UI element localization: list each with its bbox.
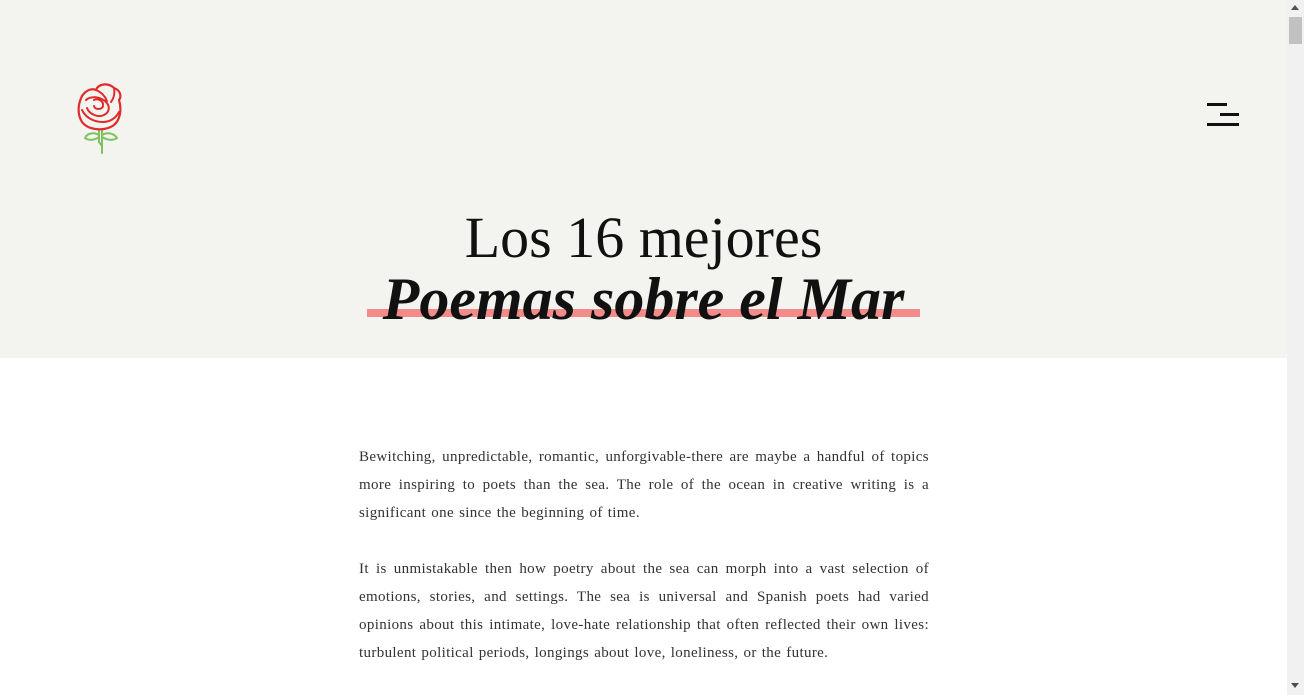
article-paragraph: It is unmistakable then how poetry about…: [359, 561, 929, 661]
title-line-1: Los 16 mejores: [464, 205, 823, 270]
rose-icon: [77, 83, 122, 154]
menu-line: [1207, 123, 1239, 126]
article-body: Bewitching, unpredictable, romantic, unf…: [359, 443, 929, 695]
hero-section: Los 16 mejores Poemas sobre el Mar: [0, 0, 1287, 358]
scroll-up-arrow-icon[interactable]: [1291, 5, 1299, 10]
scrollbar-thumb[interactable]: [1289, 17, 1302, 44]
hamburger-menu-button[interactable]: [1204, 100, 1242, 130]
title-line-2: Poemas sobre el Mar: [382, 266, 905, 332]
hamburger-menu-icon: [1207, 103, 1227, 106]
page-title: Los 16 mejores Poemas sobre el Mar: [0, 205, 1287, 330]
title-line-2-wrapper: Poemas sobre el Mar: [366, 266, 921, 332]
menu-line: [1220, 113, 1239, 116]
article-paragraph: Bewitching, unpredictable, romantic, unf…: [359, 449, 929, 521]
vertical-scrollbar[interactable]: [1287, 0, 1304, 695]
logo-link[interactable]: [74, 80, 126, 156]
scroll-down-arrow-icon[interactable]: [1291, 683, 1299, 688]
